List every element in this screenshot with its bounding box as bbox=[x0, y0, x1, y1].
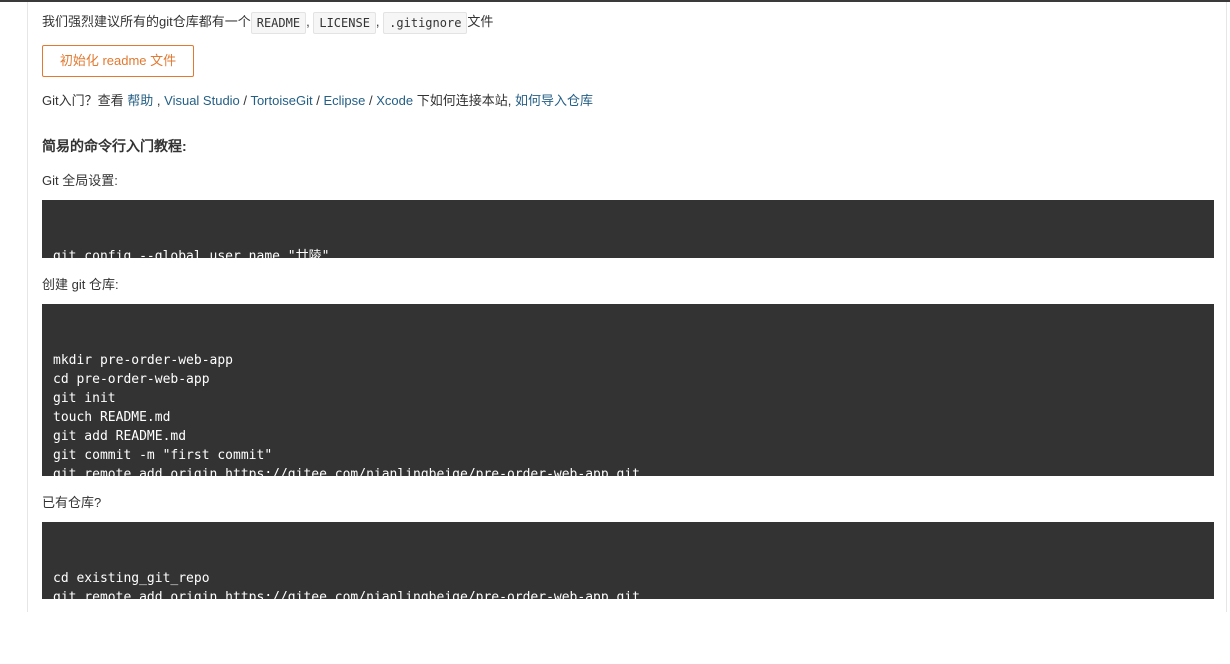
global-settings-label: Git 全局设置: bbox=[42, 173, 118, 188]
create-repo-label: 创建 git 仓库: bbox=[42, 277, 119, 292]
code-line: git push -u origin master bbox=[53, 486, 249, 501]
git-help-line: Git入门？查看 帮助 , Visual Studio / TortoiseGi… bbox=[42, 91, 593, 111]
separator: / bbox=[243, 93, 248, 108]
import-repo-link[interactable]: 如何导入仓库 bbox=[515, 93, 593, 108]
license-tag: LICENSE bbox=[313, 11, 376, 34]
code-line: git add README.md bbox=[53, 429, 187, 444]
existing-repo-label: 已有仓库? bbox=[42, 495, 102, 510]
code-line: git config --global user.email "nianling… bbox=[53, 268, 437, 283]
repo-empty-page: 我们强烈建议所有的git仓库都有一个 README, LICENSE, .giti… bbox=[27, 2, 1227, 624]
help-prefix: Git入门？查看 bbox=[42, 93, 124, 108]
code-line: git init bbox=[53, 391, 116, 406]
visual-studio-link[interactable]: Visual Studio bbox=[164, 93, 240, 108]
code-line: cd existing_git_repo bbox=[53, 571, 210, 586]
eclipse-link[interactable]: Eclipse bbox=[323, 93, 365, 108]
separator: , bbox=[156, 93, 161, 108]
tutorial-title: 简易的命令行入门教程: bbox=[42, 138, 187, 154]
readme-recommendation: 我们强烈建议所有的git仓库都有一个 README, LICENSE, .giti… bbox=[42, 11, 493, 34]
gitignore-tag: .gitignore bbox=[383, 11, 468, 34]
separator: / bbox=[369, 93, 373, 108]
separator: , bbox=[375, 14, 380, 29]
code-line: mkdir pre-order-web-app bbox=[53, 353, 234, 368]
tortoisegit-link[interactable]: TortoiseGit bbox=[250, 93, 312, 108]
separator: / bbox=[316, 93, 320, 108]
xcode-link[interactable]: Xcode bbox=[376, 93, 413, 108]
code-line: cd pre-order-web-app bbox=[53, 372, 210, 387]
code-line: git push -u origin master bbox=[53, 609, 249, 624]
recommendation-text: 我们强烈建议所有的git仓库都有一个 bbox=[42, 14, 251, 29]
global-settings-code: git config --global user.name "廿陵" git co… bbox=[42, 200, 1214, 283]
help-middle-text: 下如何连接本站, bbox=[416, 93, 512, 108]
recommendation-suffix: 文件 bbox=[467, 14, 494, 29]
existing-repo-code: cd existing_git_repogit remote add origi… bbox=[42, 522, 1214, 624]
create-repo-code: mkdir pre-order-web-app cd pre-order-web-… bbox=[42, 304, 1214, 501]
code-line: git commit -m "first commit" bbox=[53, 448, 273, 463]
code-line: git remote add origin https://gitee.com/… bbox=[53, 467, 640, 482]
init-readme-button[interactable]: 初始化 readme 文件 bbox=[42, 45, 194, 77]
separator: , bbox=[306, 14, 310, 29]
help-link[interactable]: 帮助 bbox=[127, 93, 153, 108]
code-line: git config --global user.name "廿陵" bbox=[53, 249, 330, 264]
code-line: git remote add origin https://gitee.com/… bbox=[53, 590, 640, 605]
readme-tag: README bbox=[250, 11, 307, 34]
code-line: touch README.md bbox=[53, 410, 171, 425]
